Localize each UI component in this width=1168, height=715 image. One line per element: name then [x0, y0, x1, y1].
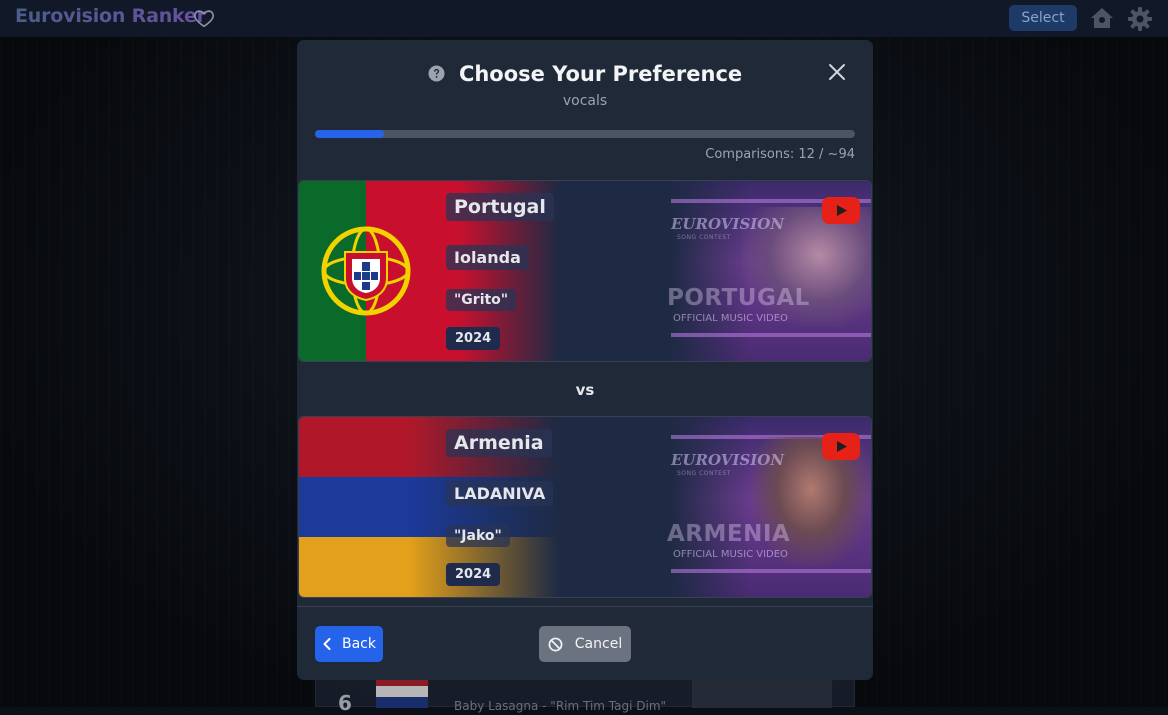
close-icon[interactable] — [827, 62, 847, 82]
modal-title: Choose Your Preference — [458, 62, 743, 86]
comparisons-counter: Comparisons: 12 / ~94 — [705, 147, 855, 162]
criterion-subtitle: vocals — [562, 93, 608, 109]
thumbnail-brand: EUROVISION — [671, 451, 785, 469]
heart-outline-icon — [194, 10, 214, 28]
entry-artist: LADANIVA — [446, 481, 554, 506]
thumbnail-brand-sub: SONG CONTEST — [677, 470, 731, 477]
question-circle-icon[interactable] — [428, 65, 445, 82]
entry-card-portugal[interactable]: EUROVISION SONG CONTEST PORTUGAL OFFICIA… — [298, 180, 872, 362]
entry-song: "Grito" — [446, 289, 517, 311]
progress-bar — [315, 130, 855, 138]
portugal-emblem-icon — [321, 226, 411, 316]
entry-song: "Jako" — [446, 525, 510, 547]
entry-info: Portugal Iolanda "Grito" 2024 — [446, 181, 676, 361]
entry-artist: Iolanda — [446, 245, 529, 270]
comparison-modal: Choose Your Preference vocals Comparison… — [297, 40, 873, 680]
entry-card-armenia[interactable]: EUROVISION SONG CONTEST ARMENIA OFFICIAL… — [298, 416, 872, 598]
thumbnail-country: PORTUGAL — [667, 285, 810, 311]
app-title[interactable]: Eurovision Ranker — [15, 5, 206, 27]
ban-icon — [548, 637, 563, 651]
home-icon[interactable] — [1089, 6, 1115, 30]
cancel-button[interactable]: Cancel — [539, 626, 631, 662]
select-button[interactable]: Select — [1009, 5, 1077, 31]
thumbnail-subtitle: OFFICIAL MUSIC VIDEO — [673, 549, 788, 560]
thumbnail-country: ARMENIA — [667, 521, 791, 547]
modal-header: Choose Your Preference — [297, 62, 873, 86]
youtube-play-icon[interactable] — [822, 433, 860, 460]
entry-info: Armenia LADANIVA "Jako" 2024 — [446, 417, 676, 597]
cancel-button-label: Cancel — [574, 636, 623, 652]
youtube-play-icon[interactable] — [822, 197, 860, 224]
chevron-left-icon — [323, 638, 331, 650]
back-button-label: Back — [342, 636, 376, 652]
progress-fill — [315, 130, 385, 138]
back-button[interactable]: Back — [315, 626, 383, 662]
entry-country: Armenia — [446, 429, 552, 457]
vs-label: vs — [575, 381, 595, 399]
thumbnail-frame-bottom — [671, 333, 871, 337]
thumbnail-brand-sub: SONG CONTEST — [677, 234, 731, 241]
top-navbar: Eurovision Ranker Select — [0, 0, 1168, 37]
gear-icon[interactable] — [1127, 6, 1153, 32]
footer-divider — [297, 606, 873, 607]
thumbnail-brand: EUROVISION — [671, 215, 785, 233]
thumbnail-frame-bottom — [671, 569, 871, 573]
entry-year-badge: 2024 — [446, 563, 501, 586]
entry-subtitle: Baby Lasagna - "Rim Tim Tagi Dim" — [454, 699, 667, 713]
entry-year-badge: 2024 — [446, 327, 501, 350]
thumbnail-subtitle: OFFICIAL MUSIC VIDEO — [673, 313, 788, 324]
entry-country: Portugal — [446, 193, 554, 221]
rank-number: 6 — [338, 691, 352, 715]
